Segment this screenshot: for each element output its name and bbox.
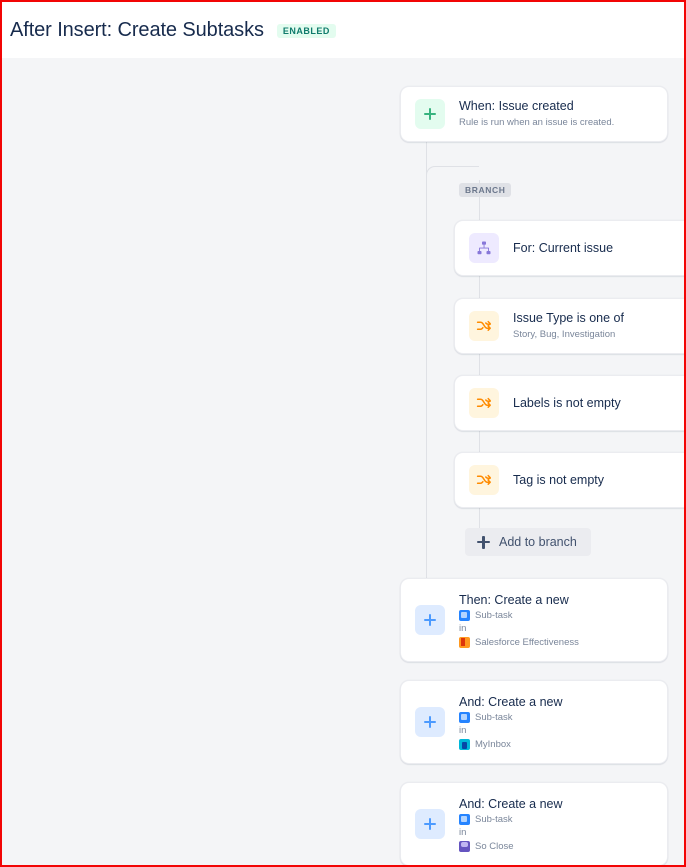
action-title: And: Create a new bbox=[459, 694, 563, 709]
condition-card[interactable]: Labels is not empty bbox=[454, 375, 684, 431]
so-close-project-icon bbox=[459, 840, 470, 852]
rule-canvas[interactable]: BRANCH When: Issue created Rule is run w… bbox=[2, 50, 684, 865]
action-issue-type: Sub-task bbox=[475, 609, 513, 621]
condition-card[interactable]: Tag is not empty bbox=[454, 452, 684, 508]
trigger-title: When: Issue created bbox=[459, 99, 574, 113]
trigger-subtitle: Rule is run when an issue is created. bbox=[459, 117, 615, 128]
page-title: After Insert: Create Subtasks bbox=[10, 18, 264, 41]
action-issue-type: Sub-task bbox=[475, 711, 513, 723]
condition-title: Labels is not empty bbox=[513, 395, 621, 410]
connector-trunk bbox=[426, 139, 427, 620]
action-issue-type-row: Sub-task bbox=[459, 609, 667, 622]
status-badge: ENABLED bbox=[276, 24, 336, 38]
branch-scope-title: For: Current issue bbox=[513, 240, 614, 255]
condition-title: Issue Type is one of bbox=[513, 311, 624, 325]
action-project: Salesforce Effectiveness bbox=[475, 636, 579, 648]
action-issue-type: Sub-task bbox=[475, 813, 513, 825]
action-issue-type-row: Sub-task bbox=[459, 813, 667, 826]
action-project-row: MyInbox bbox=[459, 738, 667, 751]
condition-shuffle-icon bbox=[469, 465, 499, 495]
add-to-branch-label: Add to branch bbox=[499, 535, 577, 549]
action-title: And: Create a new bbox=[459, 796, 563, 811]
plus-icon bbox=[415, 99, 445, 129]
action-in-word: in bbox=[459, 622, 467, 634]
branch-scope-card[interactable]: For: Current issue bbox=[454, 220, 684, 276]
subtask-icon bbox=[459, 813, 470, 825]
subtask-icon bbox=[459, 711, 470, 723]
plus-icon bbox=[415, 707, 445, 737]
plus-icon bbox=[415, 605, 445, 635]
condition-subtitle: Story, Bug, Investigation bbox=[513, 329, 616, 340]
condition-card[interactable]: Issue Type is one of Story, Bug, Investi… bbox=[454, 298, 684, 354]
condition-shuffle-icon bbox=[469, 311, 499, 341]
branch-label: BRANCH bbox=[459, 183, 512, 197]
plus-icon bbox=[415, 809, 445, 839]
action-card[interactable]: Then: Create a new Sub-task in Salesforc… bbox=[400, 578, 668, 662]
action-project-row: So Close bbox=[459, 840, 667, 853]
condition-shuffle-icon bbox=[469, 388, 499, 418]
action-project: So Close bbox=[475, 840, 514, 852]
add-to-branch-button[interactable]: Add to branch bbox=[465, 528, 591, 556]
salesforce-effectiveness-project-icon bbox=[459, 636, 470, 648]
trigger-card[interactable]: When: Issue created Rule is run when an … bbox=[400, 86, 668, 142]
action-project: MyInbox bbox=[475, 738, 511, 750]
sitemap-icon bbox=[469, 233, 499, 263]
action-project-row: Salesforce Effectiveness bbox=[459, 636, 667, 649]
action-in-word: in bbox=[459, 826, 467, 838]
rule-header: After Insert: Create Subtasks ENABLED bbox=[2, 2, 684, 58]
plus-icon bbox=[477, 535, 490, 549]
action-card[interactable]: And: Create a new Sub-task in So Close bbox=[400, 782, 668, 865]
action-issue-type-row: Sub-task bbox=[459, 711, 667, 724]
action-title: Then: Create a new bbox=[459, 592, 569, 607]
condition-title: Tag is not empty bbox=[513, 472, 605, 487]
myinbox-project-icon bbox=[459, 738, 470, 750]
action-card[interactable]: And: Create a new Sub-task in MyInbox bbox=[400, 680, 668, 764]
subtask-icon bbox=[459, 609, 470, 621]
action-in-word: in bbox=[459, 724, 467, 736]
